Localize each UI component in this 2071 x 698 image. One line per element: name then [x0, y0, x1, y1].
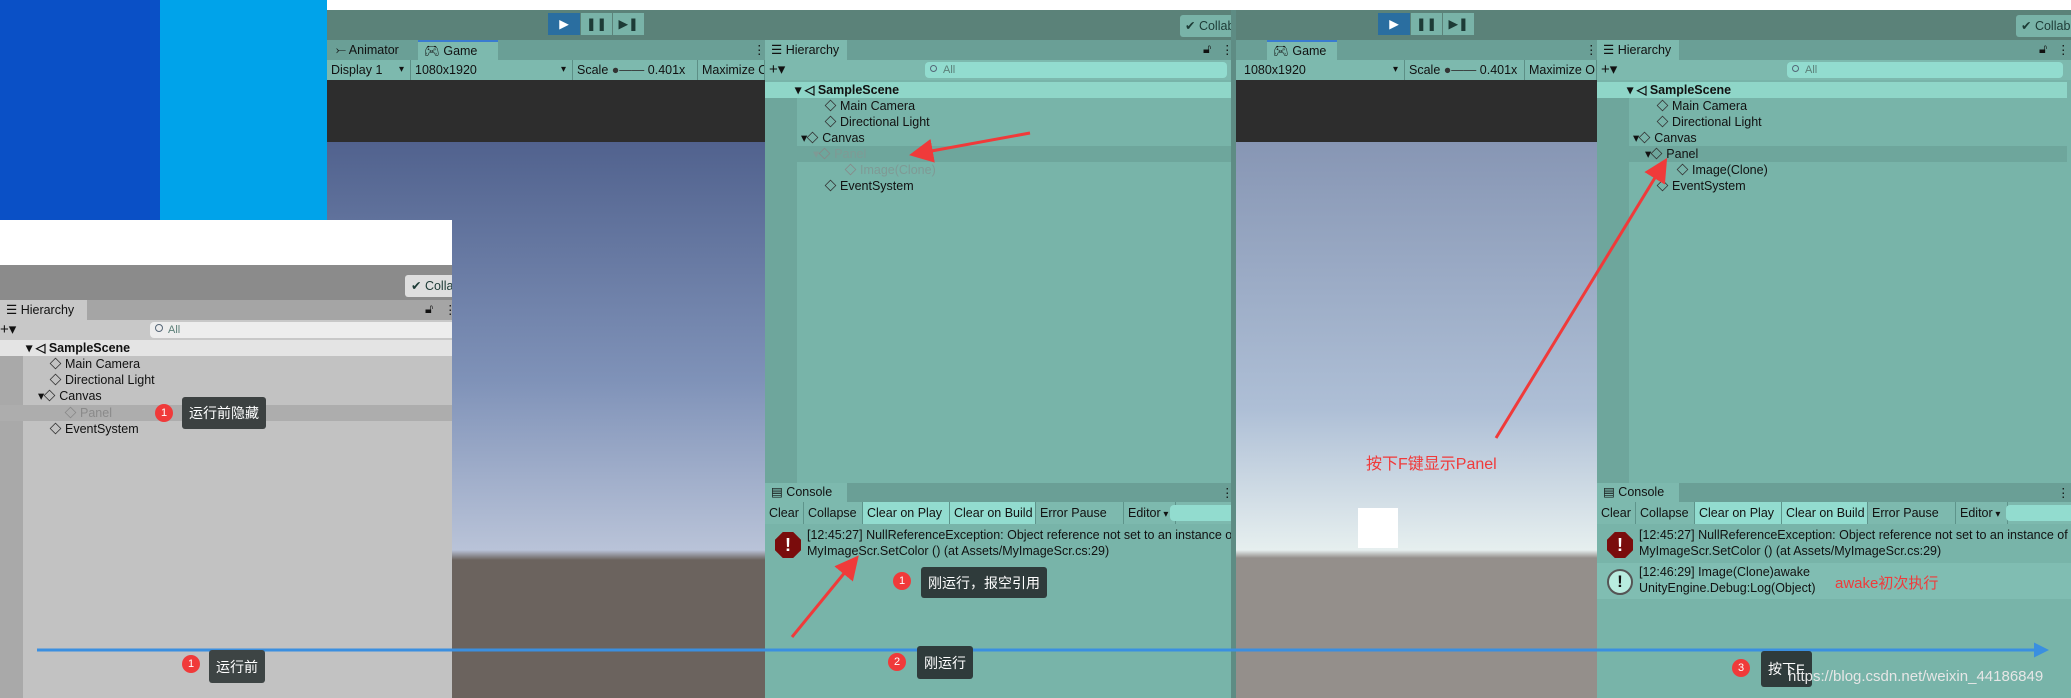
timeline-badge-3: 3	[1732, 659, 1750, 677]
timeline-badge-1: 1	[182, 655, 200, 673]
arrow-to-null-error	[790, 555, 859, 638]
note-hidden-before-run: 运行前隐藏	[182, 397, 266, 429]
timeline-badge-2: 2	[888, 653, 906, 671]
timeline-label-before-run: 运行前	[209, 650, 265, 683]
arrow-to-hidden-panel	[909, 131, 1031, 163]
timeline-label-just-run: 刚运行	[917, 646, 973, 679]
note-press-f-show-panel: 按下F键显示Panel	[1366, 456, 1497, 473]
step-badge: 1	[155, 404, 173, 422]
watermark: https://blog.csdn.net/weixin_44186849	[1788, 668, 2044, 685]
note-null-reference: 刚运行，报空引用	[921, 567, 1047, 598]
step-badge: 1	[893, 572, 911, 590]
arrow-to-shown-panel	[1494, 157, 1668, 439]
